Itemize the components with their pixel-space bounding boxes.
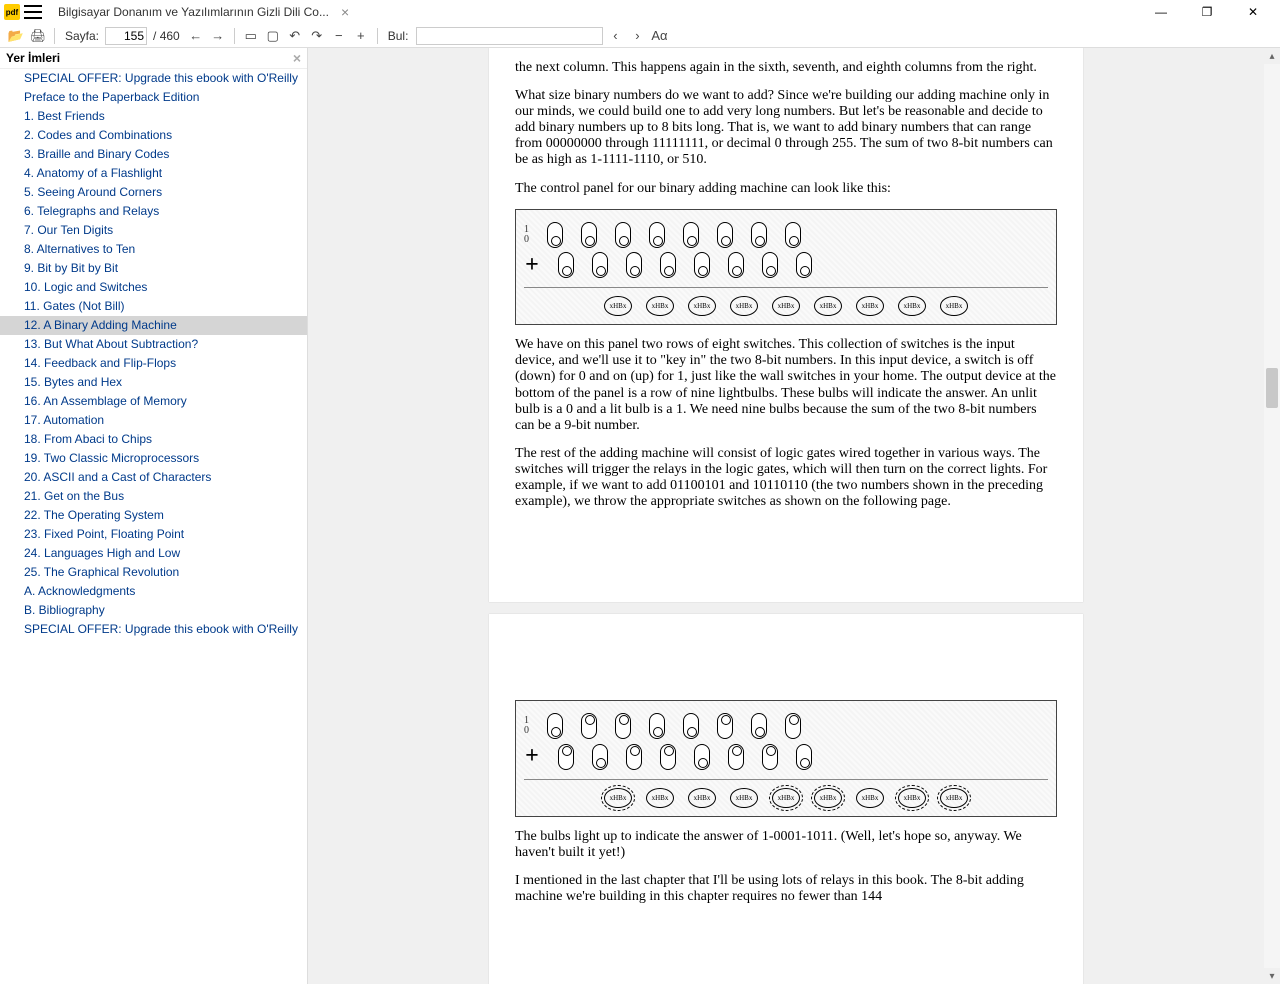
close-button[interactable]: ✕	[1230, 0, 1276, 24]
zoom-out-icon[interactable]: −	[329, 26, 349, 46]
bookmark-item[interactable]: 8. Alternatives to Ten	[0, 240, 307, 259]
bookmark-item[interactable]: 10. Logic and Switches	[0, 278, 307, 297]
bookmark-item[interactable]: A. Acknowledgments	[0, 582, 307, 601]
vertical-scrollbar[interactable]: ▴ ▾	[1264, 48, 1280, 984]
document-viewport: the next column. This happens again in t…	[308, 48, 1280, 984]
bookmarks-sidebar: Yer İmleri × SPECIAL OFFER: Upgrade this…	[0, 48, 308, 984]
bookmark-item[interactable]: 7. Our Ten Digits	[0, 221, 307, 240]
menu-icon[interactable]	[24, 5, 42, 19]
control-panel-figure: 10+xHBxxHBxxHBxxHBxxHBxxHBxxHBxxHBxxHBx	[515, 700, 1057, 817]
tab-close-icon[interactable]: ×	[337, 4, 353, 20]
bookmark-item[interactable]: 18. From Abaci to Chips	[0, 430, 307, 449]
bookmark-item[interactable]: 6. Telegraphs and Relays	[0, 202, 307, 221]
body-text: the next column. This happens again in t…	[515, 60, 1057, 76]
sidebar-title: Yer İmleri	[6, 51, 60, 65]
fit-width-icon[interactable]: ▭	[241, 26, 261, 46]
bookmark-item[interactable]: 21. Get on the Bus	[0, 487, 307, 506]
bookmark-item[interactable]: 23. Fixed Point, Floating Point	[0, 525, 307, 544]
bookmark-item[interactable]: 9. Bit by Bit by Bit	[0, 259, 307, 278]
page-number-input[interactable]	[105, 27, 147, 45]
control-panel-figure: 10+xHBxxHBxxHBxxHBxxHBxxHBxxHBxxHBxxHBx	[515, 209, 1057, 326]
bookmark-item[interactable]: 24. Languages High and Low	[0, 544, 307, 563]
bookmark-item[interactable]: 22. The Operating System	[0, 506, 307, 525]
app-icon: pdf	[4, 4, 20, 20]
rotate-left-icon[interactable]: ↶	[285, 26, 305, 46]
page-total: / 460	[149, 29, 184, 43]
bookmark-item[interactable]: 12. A Binary Adding Machine	[0, 316, 307, 335]
bookmark-item[interactable]: 13. But What About Subtraction?	[0, 335, 307, 354]
page-label: Sayfa:	[61, 29, 103, 43]
find-next-icon[interactable]: ›	[627, 26, 647, 46]
bookmark-item[interactable]: 4. Anatomy of a Flashlight	[0, 164, 307, 183]
body-text: The rest of the adding machine will cons…	[515, 446, 1057, 510]
bookmark-item[interactable]: SPECIAL OFFER: Upgrade this ebook with O…	[0, 69, 307, 88]
find-prev-icon[interactable]: ‹	[605, 26, 625, 46]
page: the next column. This happens again in t…	[489, 48, 1083, 602]
bookmark-item[interactable]: 16. An Assemblage of Memory	[0, 392, 307, 411]
bookmarks-list: SPECIAL OFFER: Upgrade this ebook with O…	[0, 69, 307, 984]
prev-page-icon[interactable]: ←	[186, 26, 206, 46]
search-input[interactable]	[416, 27, 603, 45]
open-icon[interactable]: 📂	[6, 26, 26, 46]
bookmark-item[interactable]: 1. Best Friends	[0, 107, 307, 126]
print-icon[interactable]: 🖨	[28, 26, 48, 46]
bookmark-item[interactable]: 5. Seeing Around Corners	[0, 183, 307, 202]
bookmark-item[interactable]: 11. Gates (Not Bill)	[0, 297, 307, 316]
bookmark-item[interactable]: 20. ASCII and a Cast of Characters	[0, 468, 307, 487]
bookmark-item[interactable]: 14. Feedback and Flip-Flops	[0, 354, 307, 373]
bookmark-item[interactable]: 25. The Graphical Revolution	[0, 563, 307, 582]
bookmark-item[interactable]: 17. Automation	[0, 411, 307, 430]
bookmark-item[interactable]: 2. Codes and Combinations	[0, 126, 307, 145]
maximize-button[interactable]: ❐	[1184, 0, 1230, 24]
body-text: I mentioned in the last chapter that I'l…	[515, 873, 1057, 905]
tab-title[interactable]: Bilgisayar Donanım ve Yazılımlarının Giz…	[50, 5, 337, 19]
body-text: The control panel for our binary adding …	[515, 181, 1057, 197]
bookmark-item[interactable]: 3. Braille and Binary Codes	[0, 145, 307, 164]
scroll-thumb[interactable]	[1266, 368, 1278, 408]
bookmark-item[interactable]: 19. Two Classic Microprocessors	[0, 449, 307, 468]
body-text: What size binary numbers do we want to a…	[515, 88, 1057, 168]
toolbar: 📂 🖨 Sayfa: / 460 ← → ▭ ▢ ↶ ↷ − + Bul: ‹ …	[0, 24, 1280, 48]
rotate-right-icon[interactable]: ↷	[307, 26, 327, 46]
page: 10+xHBxxHBxxHBxxHBxxHBxxHBxxHBxxHBxxHBx …	[489, 614, 1083, 984]
body-text: The bulbs light up to indicate the answe…	[515, 829, 1057, 861]
minimize-button[interactable]: —	[1138, 0, 1184, 24]
next-page-icon[interactable]: →	[208, 26, 228, 46]
scroll-down-icon[interactable]: ▾	[1264, 968, 1280, 984]
match-case-icon[interactable]: Aα	[649, 26, 669, 46]
body-text: We have on this panel two rows of eight …	[515, 337, 1057, 434]
bookmark-item[interactable]: Preface to the Paperback Edition	[0, 88, 307, 107]
sidebar-close-icon[interactable]: ×	[293, 50, 301, 66]
bookmark-item[interactable]: 15. Bytes and Hex	[0, 373, 307, 392]
bookmark-item[interactable]: SPECIAL OFFER: Upgrade this ebook with O…	[0, 620, 307, 639]
bookmark-item[interactable]: B. Bibliography	[0, 601, 307, 620]
zoom-in-icon[interactable]: +	[351, 26, 371, 46]
scroll-up-icon[interactable]: ▴	[1264, 48, 1280, 64]
find-label: Bul:	[384, 29, 413, 43]
title-bar: pdf Bilgisayar Donanım ve Yazılımlarının…	[0, 0, 1280, 24]
fit-page-icon[interactable]: ▢	[263, 26, 283, 46]
